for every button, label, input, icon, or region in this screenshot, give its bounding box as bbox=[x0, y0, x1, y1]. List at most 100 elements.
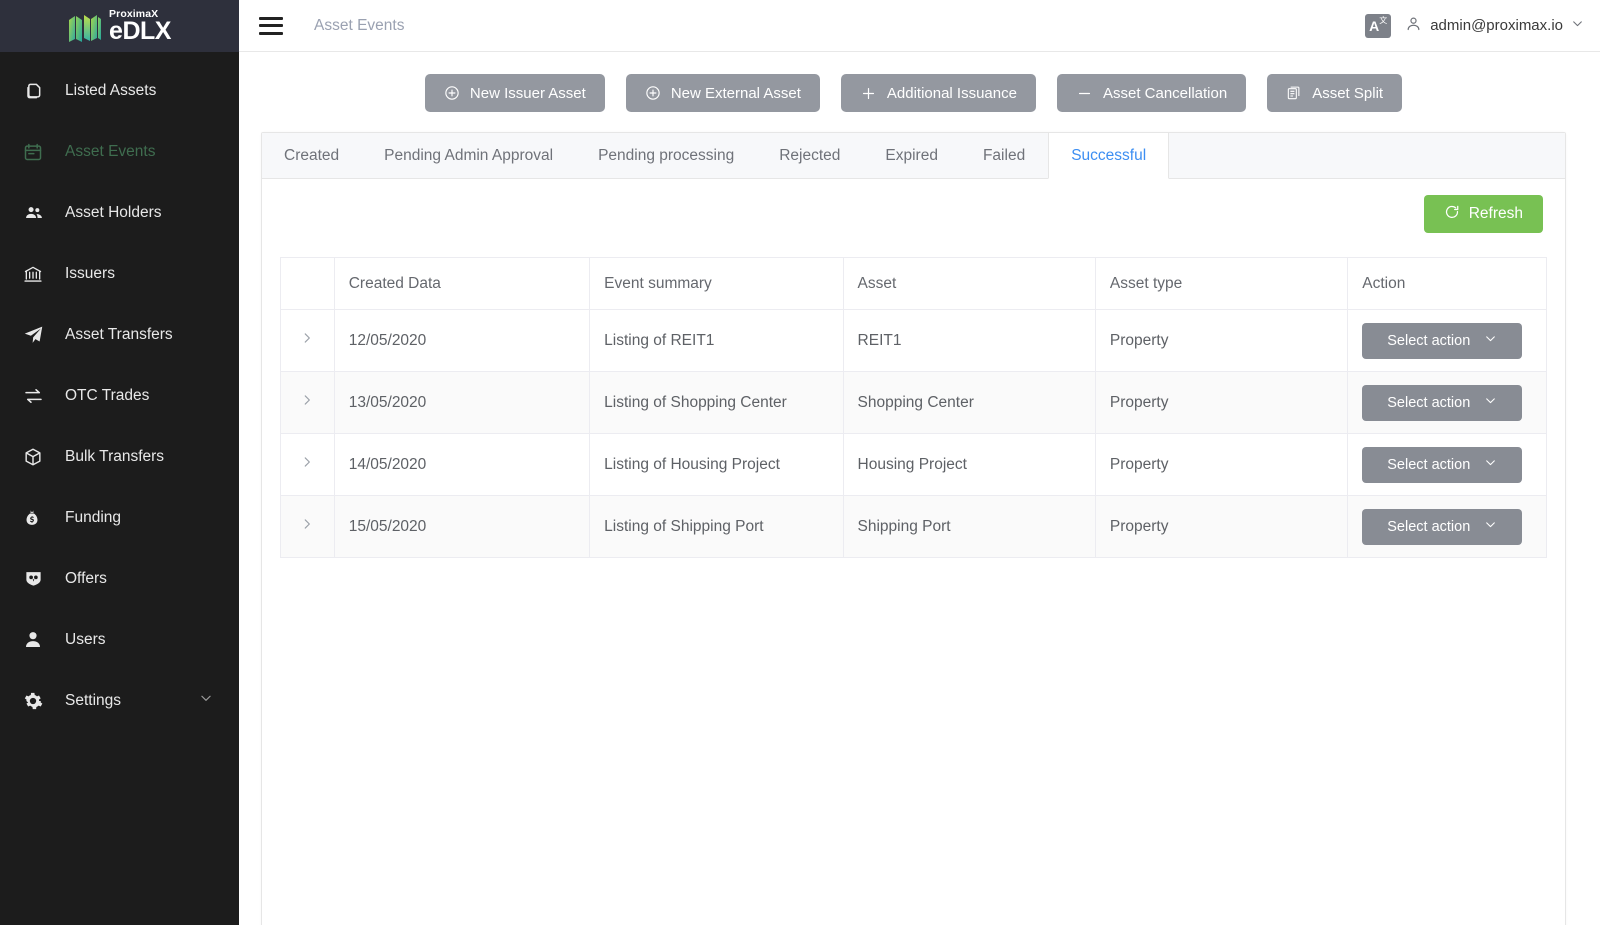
brand-logo[interactable]: ProximaX eDLX bbox=[0, 0, 239, 52]
tab-pending-processing[interactable]: Pending processing bbox=[576, 133, 757, 178]
offer-tag-icon bbox=[23, 568, 49, 590]
select-action-dropdown[interactable]: Select action bbox=[1362, 509, 1522, 545]
sidebar-item-settings[interactable]: Settings bbox=[0, 670, 239, 731]
chevron-right-icon[interactable] bbox=[300, 517, 314, 531]
sidebar-nav: Listed Assets Asset Events bbox=[0, 52, 239, 925]
asset-cancellation-button[interactable]: Asset Cancellation bbox=[1057, 74, 1246, 112]
chevron-down-icon bbox=[1484, 332, 1497, 349]
user-menu[interactable]: admin@proximax.io bbox=[1405, 15, 1584, 37]
circle-plus-icon bbox=[444, 85, 460, 101]
chevron-down-icon[interactable] bbox=[199, 691, 213, 710]
column-header-event-summary[interactable]: Event summary bbox=[590, 258, 843, 310]
tab-expired[interactable]: Expired bbox=[863, 133, 961, 178]
app-root: ProximaX eDLX Listed Assets bbox=[0, 0, 1600, 925]
topbar: Asset Events A 文 admin@proximax.io bbox=[239, 0, 1600, 52]
copy-split-icon bbox=[1286, 85, 1302, 101]
breadcrumb: Asset Events bbox=[314, 17, 404, 35]
sidebar-item-users[interactable]: Users bbox=[0, 609, 239, 670]
chevron-down-icon[interactable] bbox=[1571, 17, 1584, 35]
cell-created-data: 14/05/2020 bbox=[334, 434, 589, 496]
box-icon bbox=[23, 446, 49, 468]
sidebar-item-offers[interactable]: Offers bbox=[0, 548, 239, 609]
column-header-created-data[interactable]: Created Data bbox=[334, 258, 589, 310]
tab-rejected[interactable]: Rejected bbox=[757, 133, 863, 178]
select-action-dropdown[interactable]: Select action bbox=[1362, 385, 1522, 421]
sidebar-item-funding[interactable]: Funding bbox=[0, 487, 239, 548]
select-action-label: Select action bbox=[1387, 333, 1470, 349]
table-row[interactable]: 15/05/2020 Listing of Shipping Port Ship… bbox=[281, 496, 1547, 558]
column-header-action: Action bbox=[1348, 258, 1547, 310]
cell-asset: REIT1 bbox=[843, 310, 1095, 372]
calendar-icon bbox=[23, 141, 49, 163]
column-header-asset[interactable]: Asset bbox=[843, 258, 1095, 310]
chevron-right-icon[interactable] bbox=[300, 455, 314, 469]
button-label: New External Asset bbox=[671, 85, 801, 102]
select-action-dropdown[interactable]: Select action bbox=[1362, 447, 1522, 483]
money-bag-icon bbox=[23, 507, 49, 529]
cell-asset: Housing Project bbox=[843, 434, 1095, 496]
refresh-row: Refresh bbox=[280, 195, 1547, 233]
column-header-expand bbox=[281, 258, 335, 310]
chevron-right-icon[interactable] bbox=[300, 331, 314, 345]
users-icon bbox=[23, 202, 49, 224]
select-action-dropdown[interactable]: Select action bbox=[1362, 323, 1522, 359]
chevron-down-icon bbox=[1484, 456, 1497, 473]
row-expand-cell[interactable] bbox=[281, 434, 335, 496]
hamburger-menu-icon[interactable] bbox=[259, 17, 283, 35]
proximax-logo-icon bbox=[68, 13, 102, 43]
sidebar-item-asset-events[interactable]: Asset Events bbox=[0, 121, 239, 182]
sidebar-item-listed-assets[interactable]: Listed Assets bbox=[0, 60, 239, 121]
sidebar-item-bulk-transfers[interactable]: Bulk Transfers bbox=[0, 426, 239, 487]
chevron-right-icon[interactable] bbox=[300, 393, 314, 407]
cell-asset: Shipping Port bbox=[843, 496, 1095, 558]
select-action-label: Select action bbox=[1387, 519, 1470, 535]
cell-event-summary: Listing of Shipping Port bbox=[590, 496, 843, 558]
button-label: Refresh bbox=[1469, 205, 1523, 223]
table-row[interactable]: 13/05/2020 Listing of Shopping Center Sh… bbox=[281, 372, 1547, 434]
asset-split-button[interactable]: Asset Split bbox=[1267, 74, 1402, 112]
translate-letter: A bbox=[1369, 19, 1379, 33]
cell-action: Select action bbox=[1348, 496, 1547, 558]
button-label: Asset Split bbox=[1312, 85, 1383, 102]
card-body: Refresh Created Data Event summary Asset… bbox=[262, 179, 1565, 925]
translate-icon[interactable]: A 文 bbox=[1365, 14, 1391, 38]
minus-icon bbox=[1076, 85, 1093, 102]
button-label: Additional Issuance bbox=[887, 85, 1017, 102]
action-toolbar: New Issuer Asset New External Asset Addi… bbox=[261, 52, 1566, 132]
tab-pending-admin-approval[interactable]: Pending Admin Approval bbox=[362, 133, 576, 178]
cell-action: Select action bbox=[1348, 434, 1547, 496]
chevron-down-icon bbox=[1484, 394, 1497, 411]
refresh-icon bbox=[1444, 204, 1460, 225]
cell-event-summary: Listing of REIT1 bbox=[590, 310, 843, 372]
column-header-asset-type[interactable]: Asset type bbox=[1095, 258, 1347, 310]
new-external-asset-button[interactable]: New External Asset bbox=[626, 74, 820, 112]
table-row[interactable]: 14/05/2020 Listing of Housing Project Ho… bbox=[281, 434, 1547, 496]
tab-created[interactable]: Created bbox=[262, 133, 362, 178]
brand-name-top: ProximaX bbox=[109, 9, 158, 20]
tab-failed[interactable]: Failed bbox=[961, 133, 1048, 178]
row-expand-cell[interactable] bbox=[281, 310, 335, 372]
sidebar-item-asset-holders[interactable]: Asset Holders bbox=[0, 182, 239, 243]
tab-successful[interactable]: Successful bbox=[1048, 133, 1169, 179]
additional-issuance-button[interactable]: Additional Issuance bbox=[841, 74, 1036, 112]
sidebar-item-label: Listed Assets bbox=[65, 82, 156, 100]
sidebar-item-label: Asset Holders bbox=[65, 204, 161, 222]
bank-icon bbox=[23, 263, 49, 285]
sidebar-item-asset-transfers[interactable]: Asset Transfers bbox=[0, 304, 239, 365]
button-label: Asset Cancellation bbox=[1103, 85, 1227, 102]
sidebar-item-otc-trades[interactable]: OTC Trades bbox=[0, 365, 239, 426]
sidebar-item-label: Asset Events bbox=[65, 143, 155, 161]
row-expand-cell[interactable] bbox=[281, 496, 335, 558]
brand-name-main: eDLX bbox=[109, 20, 171, 43]
sidebar-item-label: Offers bbox=[65, 570, 107, 588]
table-row[interactable]: 12/05/2020 Listing of REIT1 REIT1 Proper… bbox=[281, 310, 1547, 372]
cell-asset-type: Property bbox=[1095, 372, 1347, 434]
button-label: New Issuer Asset bbox=[470, 85, 586, 102]
new-issuer-asset-button[interactable]: New Issuer Asset bbox=[425, 74, 605, 112]
sidebar-item-issuers[interactable]: Issuers bbox=[0, 243, 239, 304]
sidebar-item-label: Users bbox=[65, 631, 105, 649]
refresh-button[interactable]: Refresh bbox=[1424, 195, 1543, 233]
row-expand-cell[interactable] bbox=[281, 372, 335, 434]
translate-sub-letter: 文 bbox=[1379, 17, 1387, 25]
sidebar-item-label: Settings bbox=[65, 692, 121, 710]
